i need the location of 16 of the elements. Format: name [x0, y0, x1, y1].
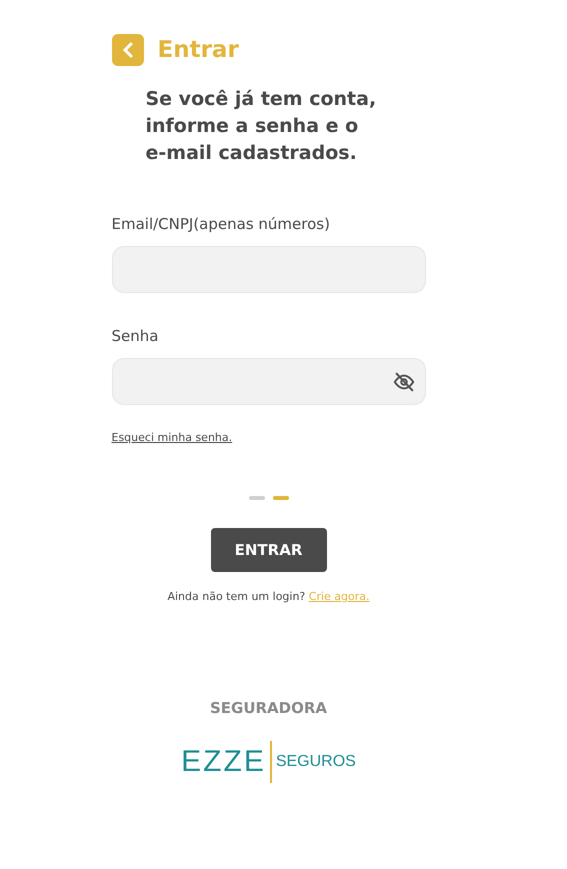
- field-label: Senha: [112, 327, 160, 345]
- email-field[interactable]: [112, 246, 426, 293]
- logo-subtitle: SEGUROS: [276, 753, 356, 771]
- logo-divider: [270, 741, 272, 783]
- insurer-heading: SEGURADORA: [208, 699, 328, 717]
- back-button[interactable]: [112, 34, 144, 66]
- hidden-eye-icon[interactable]: [392, 370, 414, 392]
- password-field[interactable]: [112, 358, 426, 405]
- chevron-left-icon: [120, 42, 134, 58]
- logo-wordmark: EZZE: [181, 745, 266, 779]
- field-label: Email/CNPJ(apenas números): [112, 215, 331, 233]
- submit-button[interactable]: ENTRAR: [210, 528, 326, 572]
- forgot-password-link[interactable]: Esqueci minha senha.: [112, 431, 232, 444]
- page-title: Entrar: [158, 37, 239, 63]
- intro-text: Se você já tem conta, informe a senha e o e-mail cadastrados.: [146, 87, 378, 166]
- signup-prompt: Ainda não tem um login?: [167, 590, 306, 603]
